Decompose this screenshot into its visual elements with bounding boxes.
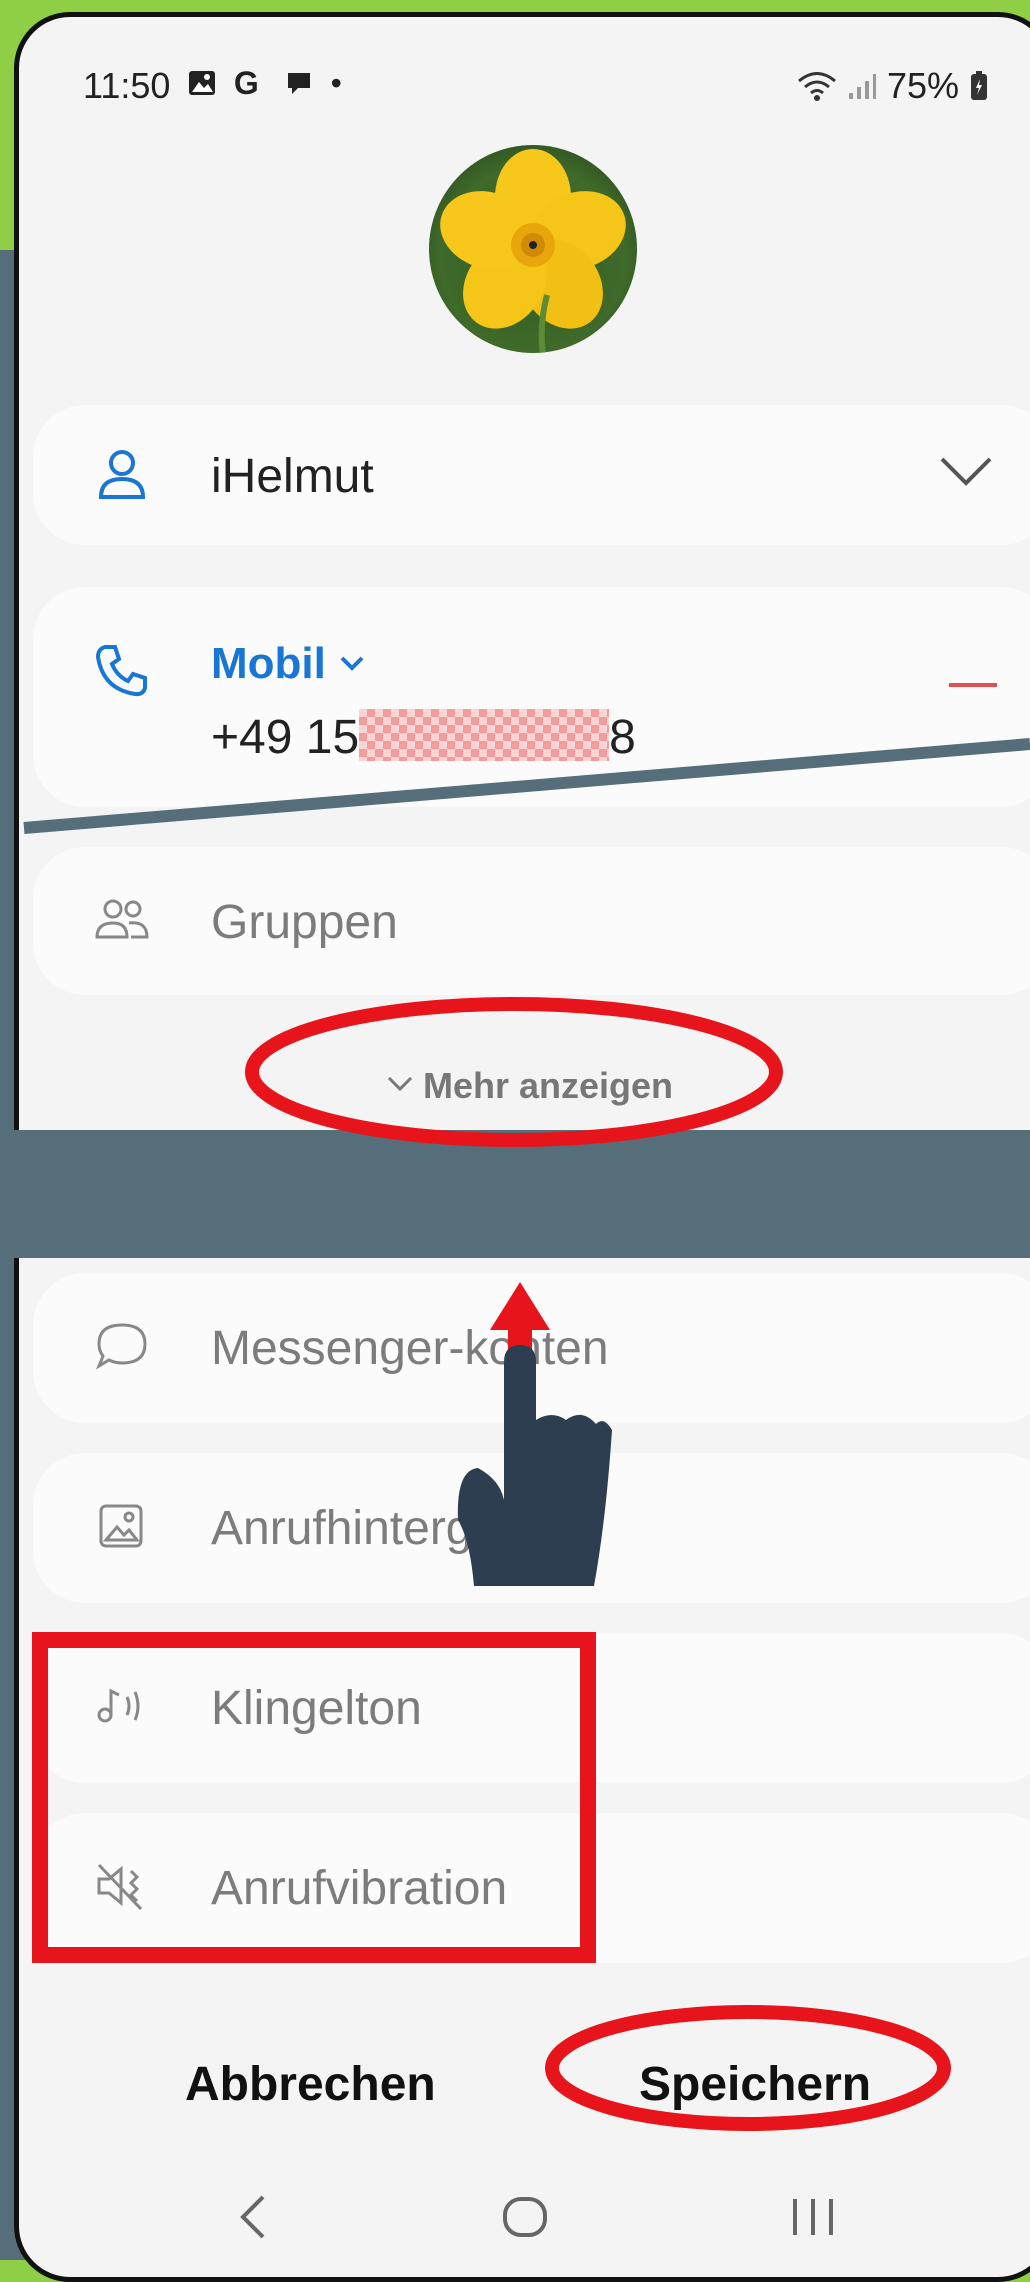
navigation-bar [19,2187,1030,2257]
phone-number-input[interactable]: +49 15 8 [211,709,636,765]
vibration-mute-icon [97,1863,143,1911]
contact-name[interactable]: iHelmut [211,449,374,504]
chevron-down-icon [340,656,364,671]
chevron-down-icon[interactable] [939,455,993,487]
groups-icon [95,899,149,939]
chevron-down-icon [387,1076,413,1092]
phone-suffix: 8 [609,711,636,764]
wifi-icon [797,72,836,101]
call-background-field[interactable]: Anrufhintergrund [33,1453,1030,1603]
battery-percent: 75% [886,65,959,106]
status-bar: 11:50 G • 75% [19,17,1030,127]
show-more-button[interactable]: Mehr anzeigen [19,1065,1030,1107]
save-button[interactable]: Speichern [639,2057,871,2112]
status-time: 11:50 [83,65,171,106]
messenger-label: Messenger-konten [211,1322,609,1375]
ringtone-label: Klingelton [211,1682,422,1735]
phone-field: Mobil +49 15 8 [33,587,1030,807]
recents-icon[interactable] [787,2187,839,2247]
vibration-field[interactable]: Anrufvibration [33,1813,1030,1963]
phone-type-dropdown[interactable]: Mobil [211,639,366,689]
phone-icon [95,645,147,697]
gallery-notification-icon [189,71,215,95]
signal-icon [848,74,876,99]
remove-number-button[interactable] [949,683,997,687]
chat-notification-icon [287,73,310,94]
cut-separator-band [0,1130,1030,1258]
messenger-field[interactable]: Messenger-konten [33,1273,1030,1423]
phone-prefix: +49 15 [211,711,360,764]
vibration-label: Anrufvibration [211,1862,508,1915]
notification-icons: G • [187,65,350,102]
person-icon [98,450,146,499]
home-icon[interactable] [499,2187,551,2247]
redacted-digits [359,709,610,761]
phone-type-label: Mobil [211,639,326,688]
name-field[interactable]: iHelmut [33,405,1030,545]
ringtone-field[interactable]: Klingelton [33,1633,1030,1783]
image-icon [99,1504,143,1548]
more-notifications-dot: • [330,65,350,101]
call-background-label: Anrufhintergrund [211,1502,569,1555]
chat-bubble-icon [95,1323,147,1370]
status-right: 75% [797,65,989,107]
groups-label: Gruppen [211,896,398,949]
contact-photo[interactable] [429,145,637,353]
back-icon[interactable] [233,2187,273,2247]
show-more-label: Mehr anzeigen [422,1065,674,1106]
google-notification-icon: G [233,65,267,101]
battery-icon [971,71,987,100]
cancel-button[interactable]: Abbrechen [185,2057,436,2112]
flower-image [440,149,626,353]
ringtone-icon [97,1688,140,1723]
groups-field[interactable]: Gruppen [33,847,1030,995]
